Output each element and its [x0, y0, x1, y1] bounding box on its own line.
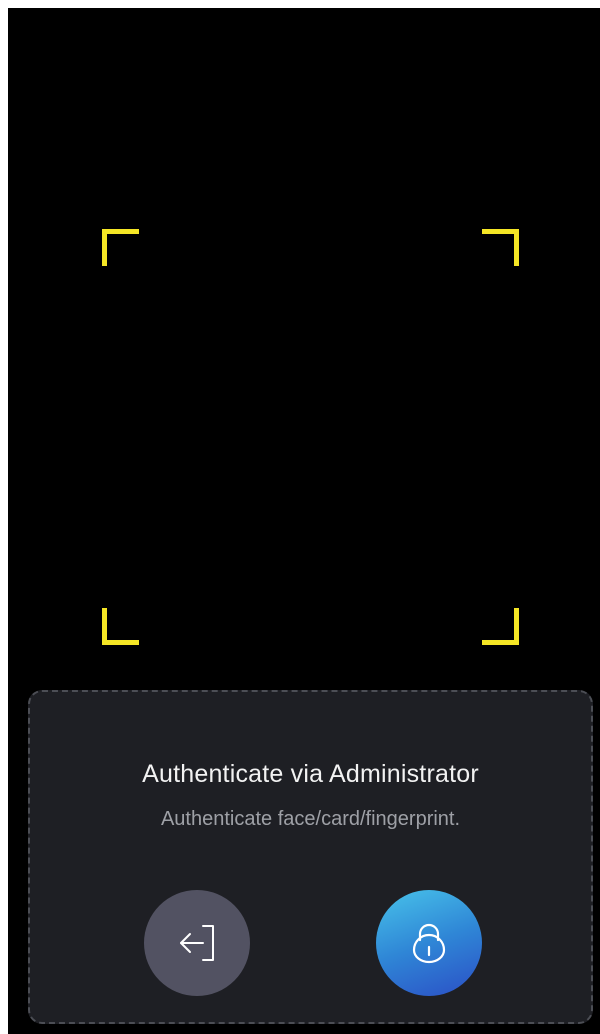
- face-frame-corner-bottom-right: [482, 608, 519, 645]
- exit-button[interactable]: [144, 890, 250, 996]
- auth-panel-subtitle: Authenticate face/card/fingerprint.: [160, 808, 461, 830]
- unlock-button[interactable]: [376, 890, 482, 996]
- lock-icon: [412, 923, 446, 964]
- face-frame-corner-top-right: [482, 229, 519, 266]
- face-frame-corner-bottom-left: [102, 608, 139, 645]
- auth-panel-title: Authenticate via Administrator: [142, 760, 479, 788]
- face-frame-corner-top-left: [102, 229, 139, 266]
- face-scan-screen: Authenticate via Administrator Authentic…: [8, 8, 600, 1034]
- auth-panel: Authenticate via Administrator Authentic…: [28, 690, 593, 1024]
- exit-icon: [180, 925, 214, 961]
